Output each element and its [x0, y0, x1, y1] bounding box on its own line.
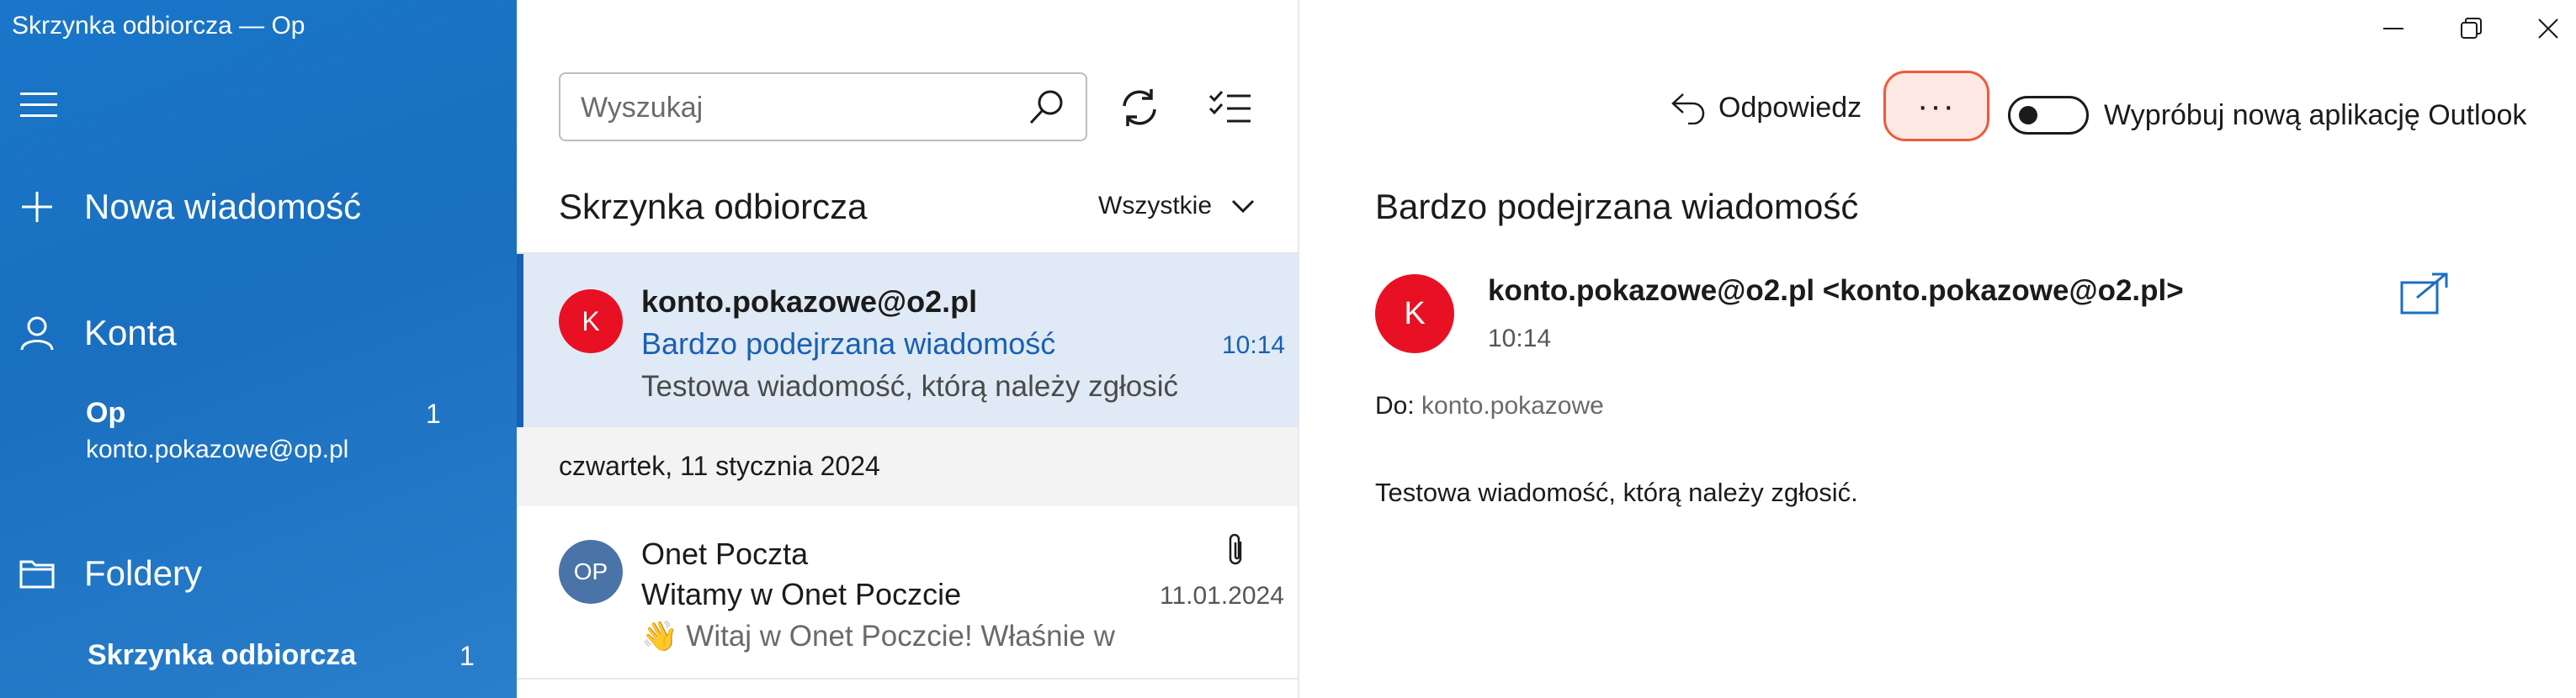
recipients-line: Do: konto.pokazowe — [1375, 392, 1604, 420]
search-box[interactable] — [559, 72, 1087, 141]
to-prefix: Do: — [1375, 392, 1415, 420]
search-icon[interactable] — [1027, 87, 1067, 128]
new-message-button[interactable]: Nowa wiadomość — [0, 177, 517, 235]
message-received-time: 10:14 — [1488, 325, 1552, 352]
account-name: Op — [86, 397, 126, 429]
open-in-new-window-icon[interactable] — [2398, 271, 2451, 316]
account-unread-count: 1 — [426, 399, 441, 429]
message-sender: konto.pokazowe@o2.pl — [641, 284, 978, 319]
account-email: konto.pokazowe@op.pl — [86, 436, 349, 463]
message-list-pane: Skrzynka odbiorcza Wszystkie K konto.pok… — [517, 0, 1299, 698]
avatar: K — [559, 289, 623, 353]
message-body: Testowa wiadomość, którą należy zgłosić. — [1375, 478, 1858, 507]
folder-item-label: Skrzynka odbiorcza — [88, 639, 357, 671]
message-subject: Witamy w Onet Poczcie — [641, 577, 962, 611]
window-title: Skrzynka odbiorcza — Op — [12, 12, 305, 40]
date-group-header: czwartek, 11 stycznia 2024 — [517, 427, 1298, 506]
more-options-button[interactable]: ··· — [1883, 71, 1989, 141]
new-outlook-toggle[interactable] — [2008, 96, 2089, 135]
message-item[interactable]: OP Onet Poczta Witamy w Onet Poczcie 11.… — [517, 506, 1298, 679]
folder-unread-count: 1 — [459, 641, 475, 671]
minimize-icon[interactable] — [2377, 12, 2410, 45]
sidebar: Skrzynka odbiorcza — Op Nowa wiadomość K… — [0, 0, 517, 698]
accounts-label: Konta — [84, 313, 177, 352]
to-recipient[interactable]: konto.pokazowe — [1421, 392, 1604, 420]
message-sender: Onet Poczta — [641, 537, 809, 571]
list-title: Skrzynka odbiorcza — [559, 187, 868, 226]
paperclip-icon — [1229, 533, 1242, 565]
restore-icon[interactable] — [2454, 12, 2488, 45]
new-outlook-toggle-label: Wypróbuj nową aplikację Outlook — [2104, 99, 2527, 131]
folder-icon — [19, 560, 55, 589]
filter-dropdown[interactable]: Wszystkie — [1098, 192, 1256, 220]
date-group-label: czwartek, 11 stycznia 2024 — [559, 451, 880, 481]
message-time: 10:14 — [1222, 331, 1286, 359]
folders-label: Foldery — [84, 553, 203, 593]
more-options-icon: ··· — [1917, 87, 1956, 124]
close-icon[interactable] — [2531, 12, 2565, 45]
reply-button[interactable]: Odpowiedz — [1670, 91, 1862, 124]
selection-indicator — [517, 254, 523, 427]
message-preview: Testowa wiadomość, którą należy zgłosić — [641, 370, 1179, 403]
message-item-selected[interactable]: K konto.pokazowe@o2.pl Bardzo podejrzana… — [517, 254, 1298, 427]
reply-label: Odpowiedz — [1718, 91, 1862, 124]
folders-button[interactable]: Foldery — [0, 543, 517, 602]
new-message-label: Nowa wiadomość — [84, 187, 362, 226]
message-preview: 👋 Witaj w Onet Poczcie! Właśnie w — [641, 620, 1115, 653]
select-mode-icon[interactable] — [1203, 81, 1257, 135]
sync-icon[interactable] — [1113, 81, 1166, 135]
toggle-knob — [2019, 106, 2037, 124]
message-subject: Bardzo podejrzana wiadomość — [641, 326, 1056, 361]
chevron-down-icon — [1231, 199, 1255, 214]
accounts-button[interactable]: Konta — [0, 303, 517, 362]
search-input[interactable] — [581, 86, 1001, 130]
message-subject-heading: Bardzo podejrzana wiadomość — [1375, 187, 1859, 226]
reply-icon — [1671, 93, 1705, 124]
person-icon — [20, 316, 54, 351]
hamburger-menu-icon[interactable] — [20, 93, 57, 118]
avatar: OP — [559, 540, 623, 604]
plus-icon — [22, 192, 52, 222]
sender-address[interactable]: konto.pokazowe@o2.pl <konto.pokazowe@o2.… — [1488, 274, 2184, 308]
reading-pane: Odpowiedz ··· Wypróbuj nową aplikację Ou… — [1299, 0, 2576, 698]
sender-avatar: K — [1375, 274, 1454, 353]
message-time: 11.01.2024 — [1160, 582, 1284, 610]
filter-label: Wszystkie — [1098, 192, 1212, 219]
